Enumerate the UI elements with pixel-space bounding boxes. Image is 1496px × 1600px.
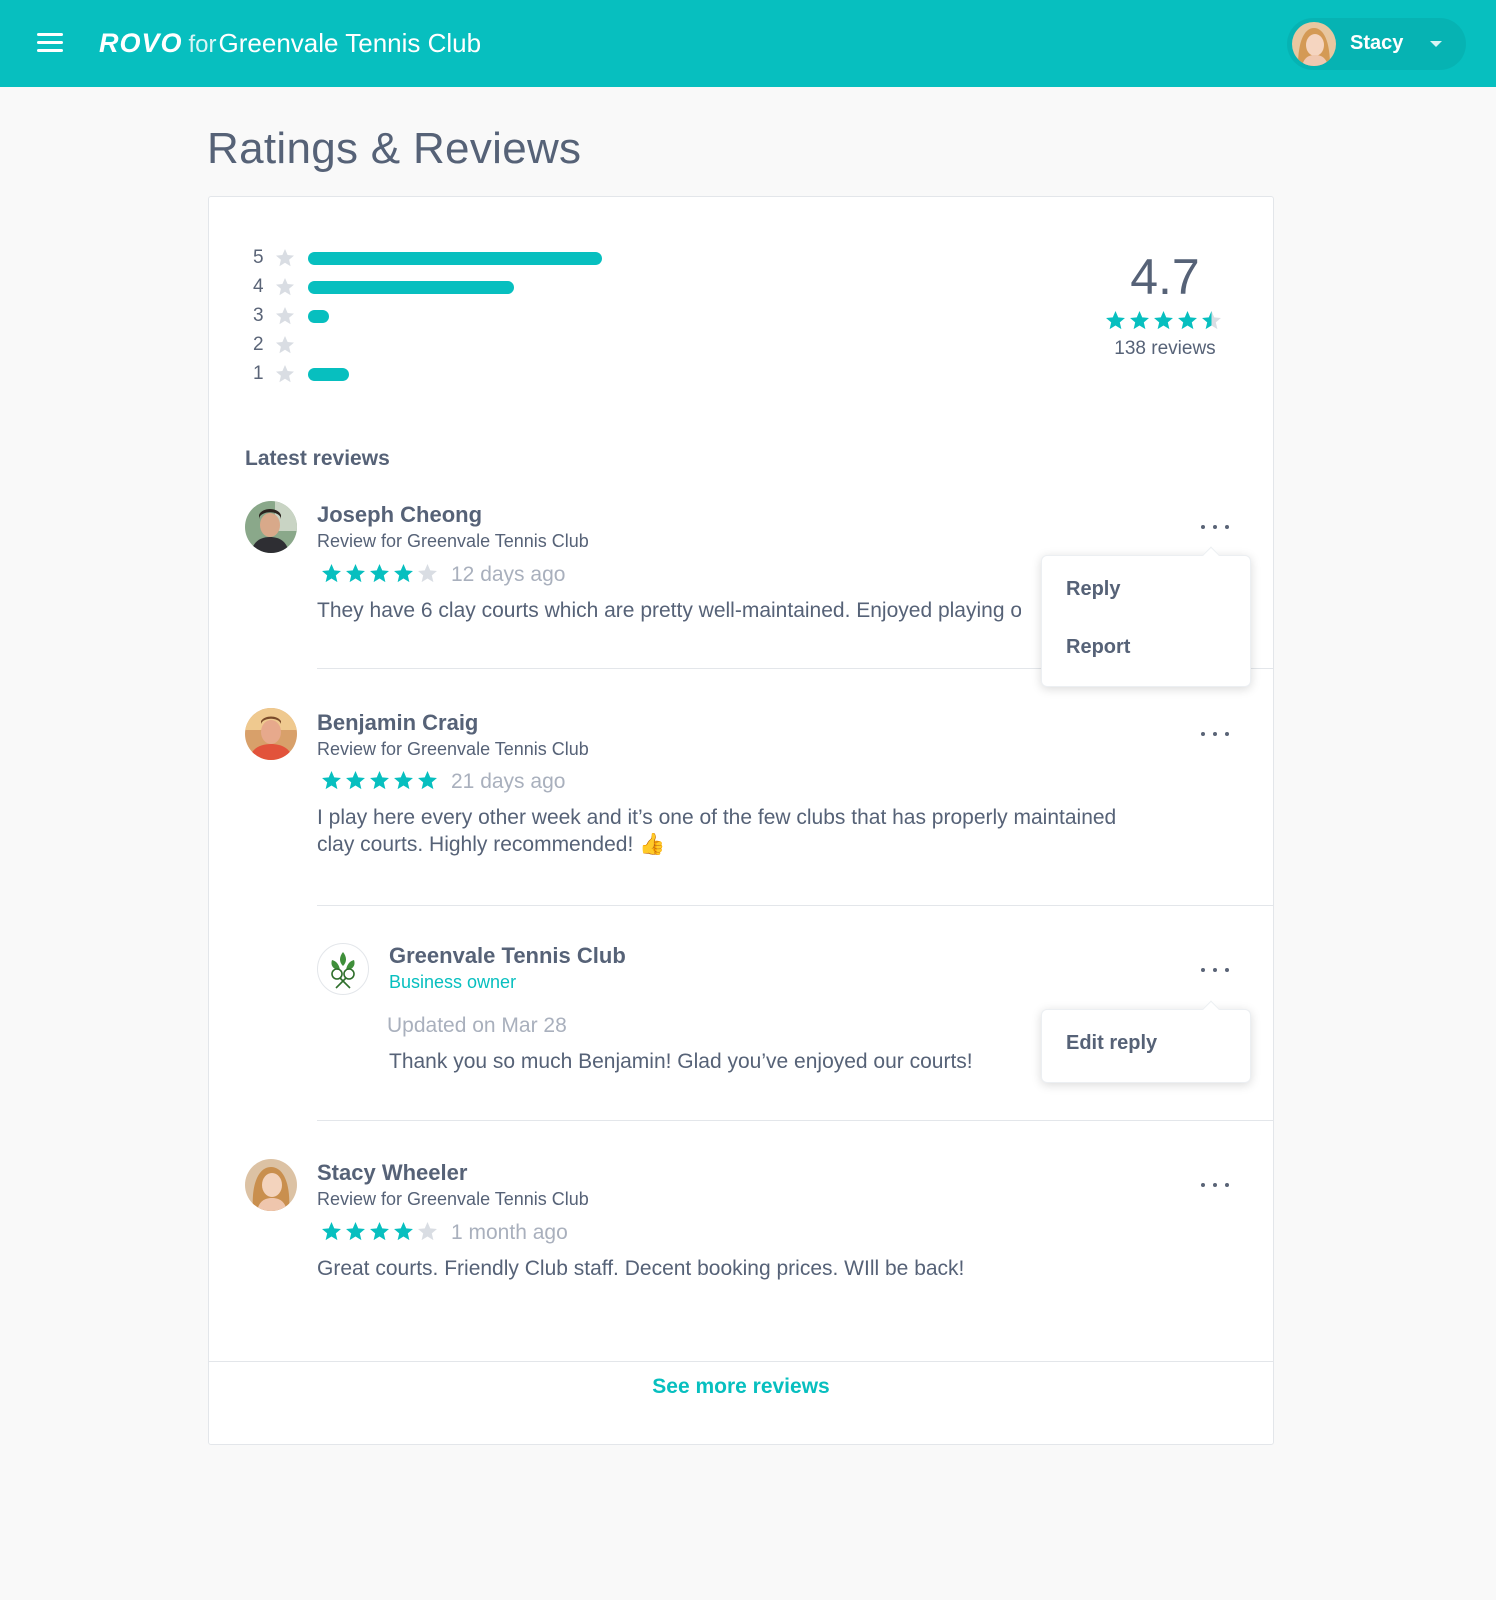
see-more-reviews-link[interactable]: See more reviews [209, 1375, 1273, 1399]
review-count: 138 reviews [1114, 338, 1216, 359]
rating-row: 4 [253, 276, 613, 298]
average-stars [1075, 310, 1255, 332]
star-icon [275, 364, 295, 384]
review-subtitle: Review for Greenvale Tennis Club [317, 739, 589, 759]
star-icon [370, 1222, 389, 1241]
hamburger-menu-icon[interactable] [37, 33, 63, 53]
reviewer-name[interactable]: Benjamin Craig [317, 710, 478, 736]
review-text: I play here every other week and it’s on… [317, 806, 1117, 856]
review-subtitle: Review for Greenvale Tennis Club [317, 531, 589, 551]
rating-level: 5 [253, 247, 264, 268]
rating-summary: 4.7 138 reviews [1075, 249, 1255, 360]
brand[interactable]: ROVO forGreenvale Tennis Club [99, 26, 481, 62]
divider [317, 1120, 1273, 1121]
star-icon [322, 564, 341, 583]
star-icon [346, 771, 365, 790]
star-icon [346, 1222, 365, 1241]
footer-divider [209, 1361, 1273, 1362]
user-name: Stacy [1350, 32, 1404, 54]
review-time: 1 month ago [451, 1221, 568, 1244]
star-icon [322, 771, 341, 790]
reviewer-avatar[interactable] [245, 1159, 297, 1211]
star-icon [346, 564, 365, 583]
star-icon [1154, 311, 1173, 330]
reply-menu-item[interactable]: Reply [1066, 578, 1120, 601]
edit-reply-menu-item[interactable]: Edit reply [1066, 1032, 1157, 1055]
review-text: They have 6 clay courts which are pretty… [317, 599, 1021, 622]
review-text: Great courts. Friendly Club staff. Decen… [317, 1257, 965, 1280]
more-options-icon[interactable] [1199, 517, 1239, 537]
club-name: Greenvale Tennis Club [218, 28, 482, 58]
star-icon [370, 771, 389, 790]
user-menu[interactable]: Stacy [1287, 18, 1466, 70]
menu-arrow [1202, 1000, 1220, 1018]
review-options-menu: Reply Report [1041, 546, 1251, 687]
star-icon [322, 1222, 341, 1241]
owner-name[interactable]: Greenvale Tennis Club [389, 943, 626, 969]
reviewer-name[interactable]: Joseph Cheong [317, 502, 482, 528]
rating-row: 5 [253, 247, 613, 269]
reviewer-avatar[interactable] [245, 708, 297, 760]
rating-level: 1 [253, 363, 264, 384]
star-icon [418, 564, 437, 583]
star-icon [394, 1222, 413, 1241]
top-bar: ROVO forGreenvale Tennis Club Stacy [0, 0, 1496, 87]
reply-updated: Updated on Mar 28 [387, 1014, 567, 1037]
average-score: 4.7 [1130, 249, 1200, 305]
rating-bar [308, 368, 349, 381]
rating-bar [308, 252, 602, 265]
star-icon [275, 335, 295, 355]
review-time: 12 days ago [451, 563, 566, 586]
club-logo[interactable] [317, 943, 369, 995]
rating-row: 1 [253, 363, 613, 385]
rating-level: 4 [253, 276, 264, 297]
divider [317, 905, 1273, 906]
owner-role: Business owner [389, 972, 517, 992]
review-stars [321, 1221, 441, 1243]
rating-bar [308, 310, 329, 323]
star-icon [275, 248, 295, 268]
reviews-card: 5 4 3 2 1 4.7 138 reviews Latest reviews Jos… [208, 196, 1274, 1445]
star-icon [275, 306, 295, 326]
star-icon [370, 564, 389, 583]
star-icon [1130, 311, 1149, 330]
review-time: 21 days ago [451, 770, 566, 793]
reply-text: Thank you so much Benjamin! Glad you’ve … [389, 1050, 973, 1073]
rating-level: 2 [253, 334, 264, 355]
star-icon [394, 771, 413, 790]
report-menu-item[interactable]: Report [1066, 636, 1130, 659]
star-icon [1178, 311, 1197, 330]
more-options-icon[interactable] [1199, 724, 1239, 744]
star-icon [1202, 311, 1221, 330]
menu-arrow [1202, 546, 1220, 564]
rating-level: 3 [253, 305, 264, 326]
review-stars [321, 770, 441, 792]
star-icon [1106, 311, 1125, 330]
page-title: Ratings & Reviews [207, 124, 582, 173]
more-options-icon[interactable] [1199, 1175, 1239, 1195]
rating-row: 3 [253, 305, 613, 327]
more-options-icon[interactable] [1199, 960, 1239, 980]
reply-options-menu: Edit reply [1041, 1000, 1251, 1083]
reviewer-avatar[interactable] [245, 501, 297, 553]
user-avatar [1292, 22, 1336, 66]
chevron-down-icon [1430, 41, 1442, 47]
review-subtitle: Review for Greenvale Tennis Club [317, 1189, 589, 1209]
brand-for-label: for [188, 31, 217, 58]
reviewer-name[interactable]: Stacy Wheeler [317, 1160, 467, 1186]
star-icon [418, 1222, 437, 1241]
star-icon [418, 771, 437, 790]
rating-row: 2 [253, 334, 613, 356]
rating-bar [308, 281, 514, 294]
review-stars [321, 563, 441, 585]
star-icon [394, 564, 413, 583]
latest-reviews-label: Latest reviews [245, 447, 390, 470]
star-icon [275, 277, 295, 297]
rovo-logo: ROVO [99, 28, 183, 58]
